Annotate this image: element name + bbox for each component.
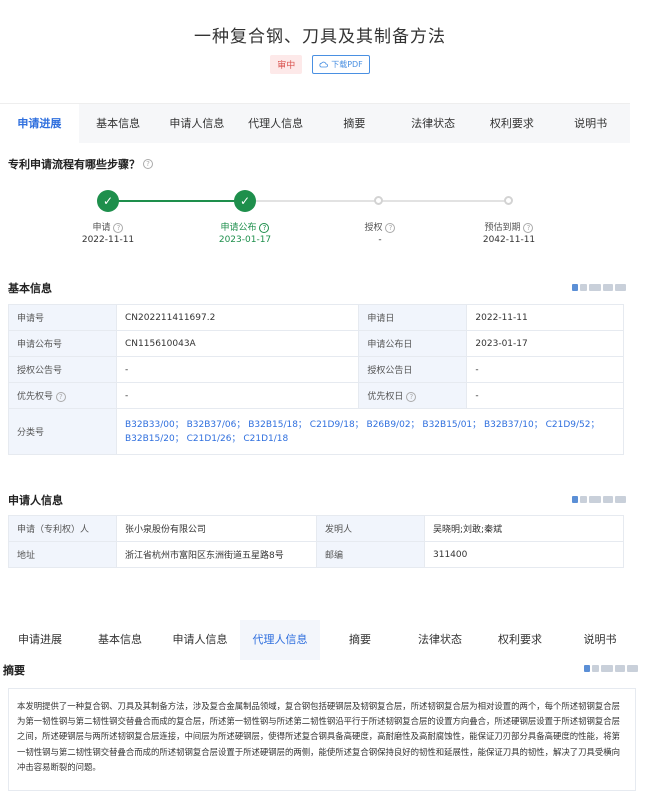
status-badge: 审中 xyxy=(270,55,303,74)
applicant-info-title: 申请人信息 xyxy=(8,494,63,507)
tab-description[interactable]: 说明书 xyxy=(560,620,640,660)
field-value: - xyxy=(115,356,360,383)
help-icon[interactable]: ? xyxy=(259,223,270,233)
step-label-apply: 申请 ? xyxy=(58,220,158,233)
field-value: CN202211411697.2 xyxy=(115,304,360,331)
download-pdf-button[interactable]: 下载PDF xyxy=(312,55,370,74)
help-icon[interactable]: ? xyxy=(55,392,66,402)
step-label-grant: 授权 ? xyxy=(330,220,430,233)
help-icon[interactable]: ? xyxy=(143,159,153,169)
abstract-title: 摘要 xyxy=(3,664,25,677)
page-title: 一种复合钢、刀具及其制备方法 xyxy=(194,27,446,47)
tab-bar-sticky: 申请进展 基本信息 申请人信息 代理人信息 摘要 法律状态 权利要求 说明书 xyxy=(0,620,640,660)
classification-list: B32B33/00； B32B37/06； B32B15/18； C21D9/1… xyxy=(116,408,624,455)
field-value: - xyxy=(466,382,624,409)
tab-legal-status[interactable]: 法律状态 xyxy=(394,104,473,143)
table-row: 地址 浙江省杭州市富阳区东洲街道五星路8号 邮编 311400 xyxy=(8,541,624,568)
tab-applicant-info[interactable]: 申请人信息 xyxy=(158,104,237,143)
help-icon[interactable]: ? xyxy=(113,223,124,233)
table-row: 分类号 B32B33/00； B32B37/06； B32B15/18； C21… xyxy=(8,408,624,455)
tab-claims[interactable]: 权利要求 xyxy=(480,620,560,660)
step-line-done xyxy=(108,200,244,202)
applicant-info-table: 申请（专利权）人 张小泉股份有限公司 发明人 吴晓明;刘敢;秦斌 地址 浙江省杭… xyxy=(8,515,624,568)
basic-info-table: 申请号 CN202211411697.2 申请日 2022-11-11 申请公布… xyxy=(8,304,624,455)
applicant-link[interactable]: 张小泉股份有限公司 xyxy=(116,515,317,542)
field-label: 地址 xyxy=(8,541,117,568)
field-value: 311400 xyxy=(424,541,624,568)
field-label: 邮编 xyxy=(316,541,425,568)
basic-info-title: 基本信息 xyxy=(8,282,52,295)
step-date-publish: 2023-01-17 xyxy=(218,235,272,245)
help-icon[interactable]: ? xyxy=(523,223,534,233)
step-label-publish: 申请公布 ? xyxy=(195,220,295,233)
progress-section-title: 专利申请流程有哪些步骤？ ? xyxy=(8,156,153,172)
abstract-text: 本发明提供了一种复合钢、刀具及其制备方法，涉及复合金属制品领域，复合钢包括硬钢层… xyxy=(8,688,636,791)
field-label: 发明人 xyxy=(316,515,425,542)
tab-progress[interactable]: 申请进展 xyxy=(0,620,80,660)
table-row: 授权公告号 - 授权公告日 - xyxy=(8,356,624,383)
classification-line[interactable]: B32B33/00； B32B37/06； B32B15/18； C21D9/1… xyxy=(125,418,615,432)
field-value: 2022-11-11 xyxy=(466,304,624,331)
step-date-grant: - xyxy=(378,235,382,245)
tab-description[interactable]: 说明书 xyxy=(551,104,630,143)
step-line-pending xyxy=(256,200,510,202)
table-row: 申请公布号 CN115610043A 申请公布日 2023-01-17 xyxy=(8,330,624,357)
step-date-expiry: 2042-11-11 xyxy=(482,235,536,245)
field-label: 申请（专利权）人 xyxy=(8,515,117,542)
blurred-watermark xyxy=(584,664,638,673)
download-pdf-label: 下载PDF xyxy=(331,60,363,69)
field-label: 申请日 xyxy=(358,304,468,331)
field-label: 优先权日 ? xyxy=(358,382,468,409)
field-label: 授权公告号 xyxy=(8,356,117,383)
pending-dot-icon xyxy=(504,196,513,205)
table-row: 申请号 CN202211411697.2 申请日 2022-11-11 xyxy=(8,304,624,331)
pending-dot-icon xyxy=(374,196,383,205)
help-icon[interactable]: ? xyxy=(385,223,396,233)
blurred-watermark xyxy=(572,283,626,292)
field-value: 浙江省杭州市富阳区东洲街道五星路8号 xyxy=(116,541,317,568)
field-value: 吴晓明;刘敢;秦斌 xyxy=(424,515,624,542)
field-value: - xyxy=(115,382,360,409)
table-row: 申请（专利权）人 张小泉股份有限公司 发明人 吴晓明;刘敢;秦斌 xyxy=(8,515,624,542)
blurred-watermark xyxy=(572,495,626,504)
field-value: CN115610043A xyxy=(115,330,360,357)
tab-basic-info[interactable]: 基本信息 xyxy=(79,104,158,143)
field-value: 2023-01-17 xyxy=(466,330,624,357)
tab-claims[interactable]: 权利要求 xyxy=(473,104,552,143)
classification-line[interactable]: B32B15/20； C21D1/26； C21D1/18 xyxy=(125,432,615,446)
step-date-apply: 2022-11-11 xyxy=(81,235,135,245)
table-row: 优先权号 ? - 优先权日 ? - xyxy=(8,382,624,409)
field-label: 分类号 xyxy=(8,408,117,455)
check-icon: ✓ xyxy=(234,190,256,212)
check-icon: ✓ xyxy=(97,190,119,212)
tab-bar-top: 申请进展 基本信息 申请人信息 代理人信息 摘要 法律状态 权利要求 说明书 xyxy=(0,103,630,143)
field-label: 申请公布日 xyxy=(358,330,468,357)
field-label: 优先权号 ? xyxy=(8,382,117,409)
step-label-expiry: 预估到期 ? xyxy=(459,220,559,233)
tab-legal-status[interactable]: 法律状态 xyxy=(400,620,480,660)
help-icon[interactable]: ? xyxy=(406,392,417,402)
tab-abstract[interactable]: 摘要 xyxy=(315,104,394,143)
tab-progress[interactable]: 申请进展 xyxy=(0,104,79,143)
progress-title-text: 专利申请流程有哪些步骤？ xyxy=(8,158,140,171)
tab-agent-info[interactable]: 代理人信息 xyxy=(236,104,315,143)
tab-abstract[interactable]: 摘要 xyxy=(320,620,400,660)
title-badges: 审中 下载PDF xyxy=(0,55,640,74)
progress-steps: ✓ ✓ 申请 ? 申请公布 ? 授权 ? 预估到期 ? 2022-11-11 2… xyxy=(0,186,640,256)
tab-basic-info[interactable]: 基本信息 xyxy=(80,620,160,660)
tab-agent-info[interactable]: 代理人信息 xyxy=(240,620,320,660)
field-value: - xyxy=(466,356,624,383)
cloud-download-icon xyxy=(319,61,329,67)
field-label: 授权公告日 xyxy=(358,356,468,383)
tab-applicant-info[interactable]: 申请人信息 xyxy=(160,620,240,660)
field-label: 申请公布号 xyxy=(8,330,117,357)
field-label: 申请号 xyxy=(8,304,117,331)
